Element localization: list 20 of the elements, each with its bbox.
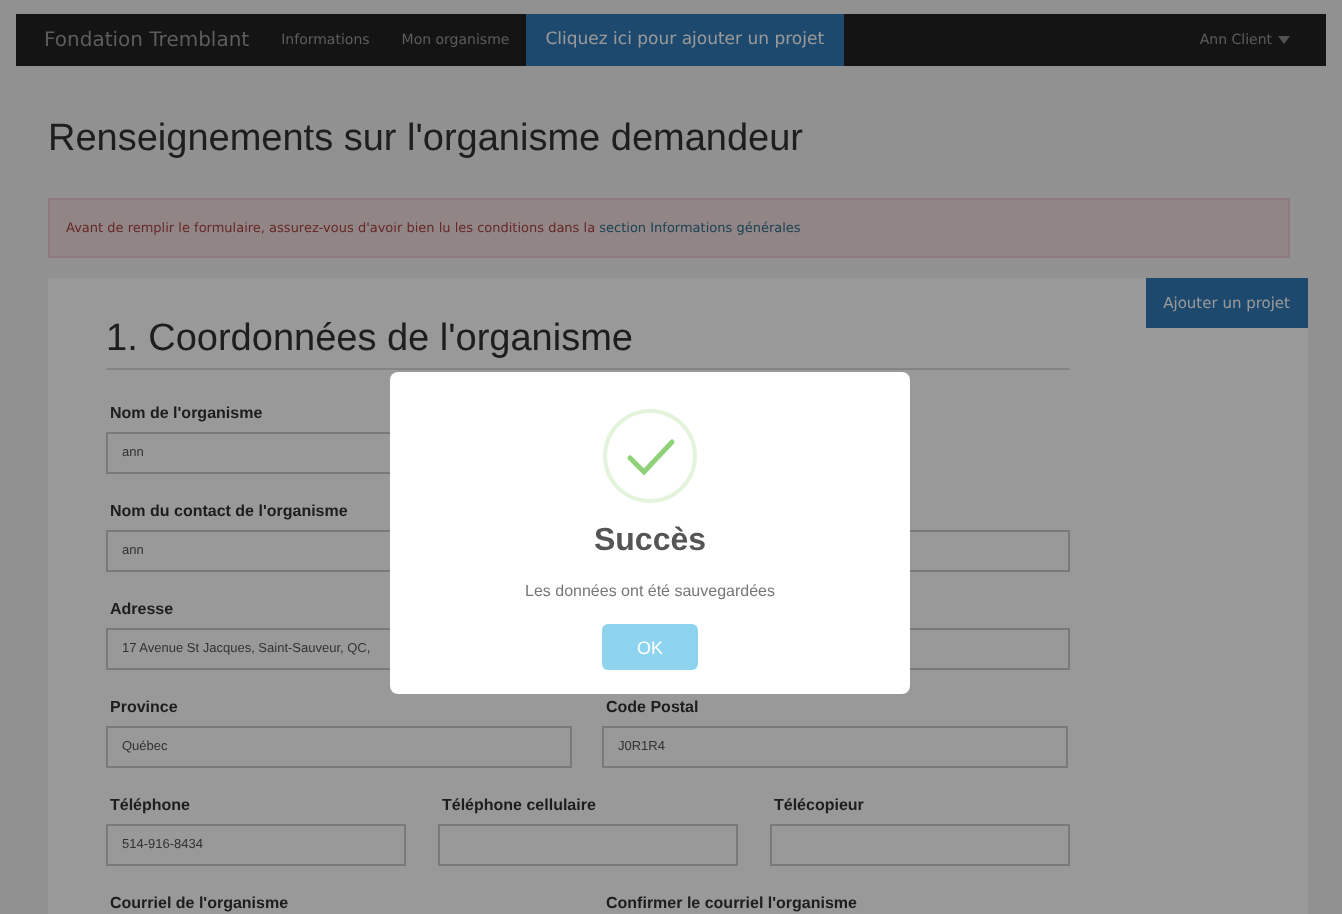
field-label: Code Postal bbox=[604, 698, 701, 718]
caret-icon bbox=[1278, 36, 1290, 44]
checkmark-icon bbox=[602, 408, 698, 504]
dialog-message: Les données ont été sauvegardées bbox=[525, 582, 775, 600]
input-field[interactable] bbox=[438, 824, 738, 866]
brand-link[interactable]: Fondation Tremblant bbox=[16, 14, 266, 66]
field-label: Province bbox=[108, 698, 180, 718]
field-label: Adresse bbox=[108, 600, 176, 620]
field-label: Courriel de l'organisme bbox=[108, 894, 291, 914]
field-label: Nom du contact de l'organisme bbox=[108, 502, 350, 522]
field-label: Téléphone cellulaire bbox=[440, 796, 598, 816]
page-title: Renseignements sur l'organisme demandeur bbox=[48, 118, 805, 162]
nav-link[interactable]: Cliquez ici pour ajouter un projet bbox=[525, 14, 845, 66]
section-title: 1. Coordonnées de l'organisme bbox=[106, 318, 1070, 370]
dialog-title: Succès bbox=[593, 524, 707, 560]
field-label: Téléphone bbox=[108, 796, 193, 816]
field-label: Nom de l'organisme bbox=[108, 404, 265, 424]
input-field[interactable] bbox=[770, 824, 1070, 866]
field-label: Confirmer le courriel l'organisme bbox=[604, 894, 859, 914]
field-label: Télécopieur bbox=[772, 796, 866, 816]
